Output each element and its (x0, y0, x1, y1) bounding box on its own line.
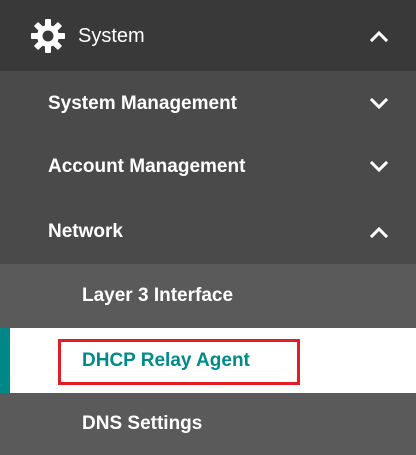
menu-item-dhcp-relay-agent[interactable]: DHCP Relay Agent (0, 328, 416, 394)
menu-item-layer-3-interface[interactable]: Layer 3 Interface (0, 264, 416, 328)
menu-system-label: System (78, 24, 145, 47)
gear-icon (30, 18, 66, 54)
menu-item-dns-settings[interactable]: DNS Settings (0, 393, 416, 455)
menu-item-label: DNS Settings (82, 413, 203, 434)
menu-item-label: Layer 3 Interface (82, 285, 234, 306)
menu-item-label: Account Management (48, 155, 246, 177)
menu-system[interactable]: System (0, 0, 416, 72)
menu-item-account-management[interactable]: Account Management (0, 134, 416, 199)
sidebar-nav: System System Management Account Managem… (0, 0, 416, 455)
chevron-down-icon[interactable] (370, 97, 388, 110)
active-indicator (0, 328, 10, 394)
menu-item-label: System Management (48, 92, 238, 114)
menu-item-system-management[interactable]: System Management (0, 71, 416, 136)
menu-item-label: DHCP Relay Agent (82, 350, 250, 371)
menu-item-network[interactable]: Network (0, 199, 416, 264)
chevron-up-icon[interactable] (370, 226, 388, 238)
chevron-down-icon[interactable] (370, 160, 388, 173)
chevron-up-icon[interactable] (370, 30, 388, 42)
menu-item-label: Network (48, 220, 123, 242)
